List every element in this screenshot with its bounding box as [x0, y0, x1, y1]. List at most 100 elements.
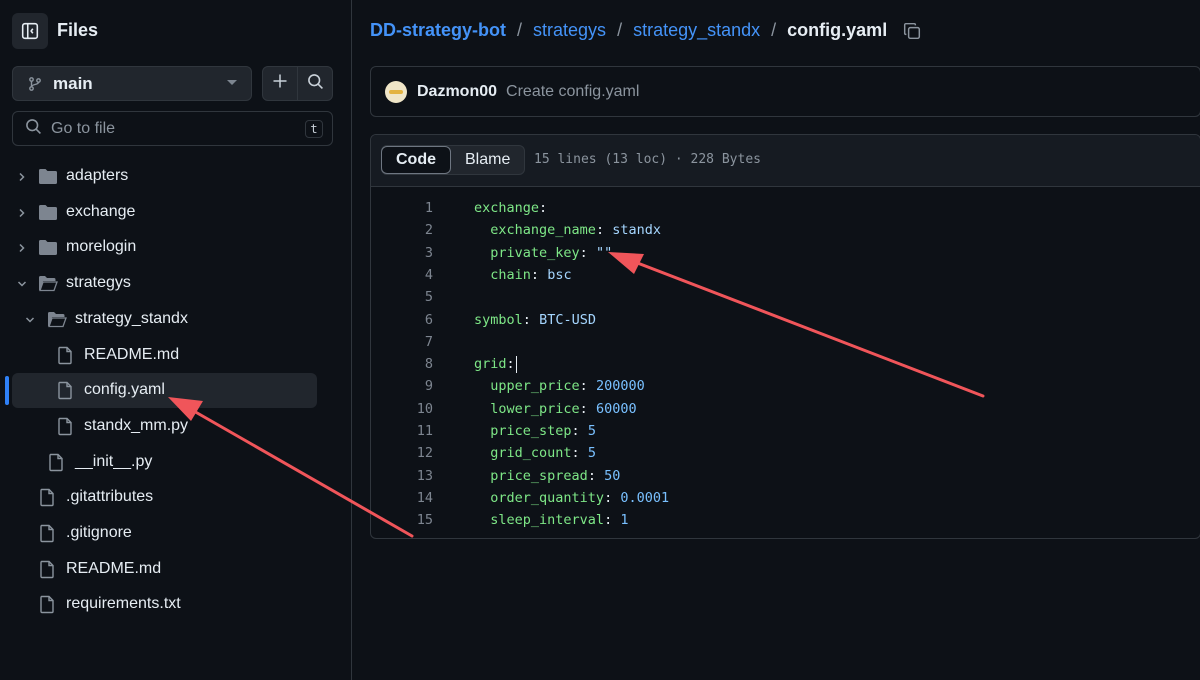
line-number[interactable]: 12 — [371, 442, 433, 464]
selection-indicator — [5, 376, 9, 405]
yaml-key: price_step — [490, 423, 572, 439]
sidebar-title: Files — [57, 20, 99, 40]
code-line: 1 exchange: — [371, 197, 1200, 219]
line-number[interactable]: 2 — [371, 219, 433, 241]
go-to-file-placeholder: Go to file — [51, 119, 116, 137]
tree-item-label: README.md — [66, 560, 162, 577]
tree-item-label: morelogin — [66, 238, 137, 255]
line-content: private_key: "" — [490, 245, 613, 261]
line-number[interactable]: 13 — [371, 465, 433, 487]
yaml-value: 60000 — [595, 401, 637, 417]
tree-item-label: strategys — [66, 274, 131, 291]
line-content: chain: bsc — [490, 267, 572, 283]
tree-item-label: config.yaml — [84, 381, 165, 398]
line-number[interactable]: 8 — [371, 353, 433, 375]
latest-commit-bar: Dazmon00 Create config.yaml — [370, 66, 1200, 117]
tree-folder-item[interactable]: morelogin — [0, 230, 351, 265]
folder-open-icon — [47, 311, 67, 333]
tree-item-label: adapters — [66, 167, 129, 184]
tree-file-item[interactable]: __init__.py — [0, 445, 351, 480]
breadcrumb-repo-link[interactable]: DD-strategy-bot — [370, 20, 506, 41]
line-number[interactable]: 14 — [371, 487, 433, 509]
folder-open-icon — [38, 275, 58, 297]
plus-icon — [272, 73, 288, 94]
tree-file-item[interactable]: standx_mm.py — [0, 409, 351, 444]
tree-folder-item[interactable]: exchange — [0, 195, 351, 230]
line-content: sleep_interval: 1 — [490, 512, 629, 528]
yaml-key: private_key — [490, 245, 580, 261]
yaml-key: grid — [474, 356, 507, 372]
line-number[interactable]: 4 — [371, 264, 433, 286]
tree-item-label: exchange — [66, 203, 136, 220]
tree-file-item[interactable]: README.md — [0, 338, 351, 373]
tree-folder-item[interactable]: strategy_standx — [0, 302, 351, 337]
chevron-right-icon[interactable] — [16, 206, 28, 224]
line-number[interactable]: 9 — [371, 375, 433, 397]
code-line: 3 private_key: "" — [371, 242, 1200, 264]
line-content: price_step: 5 — [490, 423, 596, 439]
line-number[interactable]: 1 — [371, 197, 433, 219]
copy-icon[interactable] — [903, 22, 921, 40]
yaml-key: exchange_name — [490, 222, 596, 238]
code-line: 8 grid: — [371, 353, 1200, 375]
line-number[interactable]: 10 — [371, 398, 433, 420]
line-content: grid_count: 5 — [490, 445, 596, 461]
text-cursor — [515, 355, 517, 373]
view-mode-toggle: Code Blame — [381, 145, 526, 175]
folder-icon — [38, 204, 58, 226]
yaml-key: sleep_interval — [490, 512, 605, 528]
tree-folder-item[interactable]: adapters — [0, 159, 351, 194]
line-number[interactable]: 7 — [371, 331, 433, 353]
chevron-down-icon — [227, 80, 237, 85]
chevron-down-icon[interactable] — [16, 277, 28, 295]
chevron-down-icon[interactable] — [24, 313, 36, 331]
line-number[interactable]: 11 — [371, 420, 433, 442]
line-number[interactable]: 3 — [371, 242, 433, 264]
yaml-value: 50 — [604, 468, 621, 484]
code-line: 14 order_quantity: 0.0001 — [371, 487, 1200, 509]
code-line: 6 symbol: BTC-USD — [371, 309, 1200, 331]
code-line: 15 sleep_interval: 1 — [371, 509, 1200, 531]
file-icon — [57, 417, 73, 441]
tab-code[interactable]: Code — [381, 146, 451, 174]
tree-folder-item[interactable]: strategys — [0, 266, 351, 301]
line-number[interactable]: 6 — [371, 309, 433, 331]
code-line: 13 price_spread: 50 — [371, 465, 1200, 487]
yaml-value: 200000 — [595, 378, 645, 394]
tree-file-item[interactable]: requirements.txt — [0, 587, 351, 622]
yaml-value: 5 — [587, 445, 596, 461]
breadcrumb-dir-link[interactable]: strategy_standx — [633, 20, 760, 41]
commit-message[interactable]: Create config.yaml — [506, 83, 639, 101]
file-content-box: Code Blame 15 lines (13 loc) · 228 Bytes… — [370, 134, 1200, 539]
line-content: order_quantity: 0.0001 — [490, 490, 670, 506]
tab-blame[interactable]: Blame — [451, 146, 524, 174]
commit-author[interactable]: Dazmon00 — [417, 83, 497, 101]
file-tree-sidebar: Files main Go to file t adapters exchange… — [0, 0, 352, 680]
file-icon — [57, 381, 73, 405]
tree-file-item[interactable]: .gitignore — [0, 516, 351, 551]
code-line: 2 exchange_name: standx — [371, 219, 1200, 241]
yaml-key: grid_count — [490, 445, 572, 461]
breadcrumb-dir-link[interactable]: strategys — [533, 20, 606, 41]
tree-file-item[interactable]: README.md — [0, 552, 351, 587]
branch-selector[interactable]: main — [12, 66, 252, 101]
code-line: 5 — [371, 286, 1200, 308]
add-file-button[interactable] — [263, 67, 297, 100]
tree-item-label: requirements.txt — [66, 595, 181, 612]
line-number[interactable]: 5 — [371, 286, 433, 308]
go-to-file-input[interactable]: Go to file t — [12, 111, 333, 146]
line-content: upper_price: 200000 — [490, 378, 645, 394]
yaml-value: "" — [595, 245, 613, 261]
sidebar-collapse-icon[interactable] — [12, 13, 48, 49]
chevron-right-icon[interactable] — [16, 170, 28, 188]
breadcrumb-separator: / — [517, 20, 523, 40]
yaml-value: bsc — [547, 267, 572, 283]
tree-file-item[interactable]: .gitattributes — [0, 480, 351, 515]
search-code-button[interactable] — [297, 67, 332, 100]
yaml-value: BTC-USD — [539, 312, 596, 328]
file-icon — [39, 524, 55, 548]
tree-file-item[interactable]: config.yaml — [0, 373, 351, 408]
line-number[interactable]: 15 — [371, 509, 433, 531]
avatar[interactable] — [385, 80, 407, 103]
chevron-right-icon[interactable] — [16, 241, 28, 259]
